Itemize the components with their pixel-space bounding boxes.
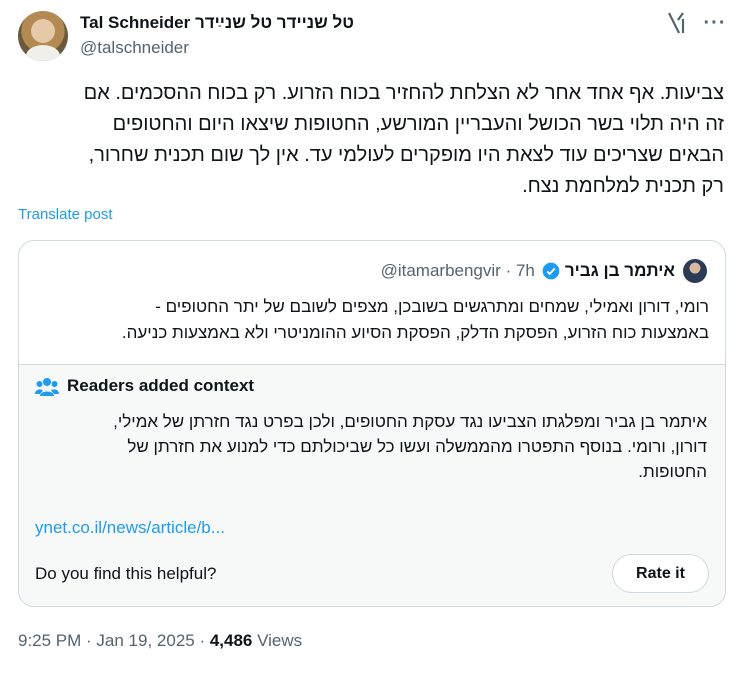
quoted-line: רומי, דורון ואמילי, שמחים ומתרגשים בשובכ… [155, 297, 709, 316]
quoted-post-text: רומי, דורון ואמילי, שמחים ומתרגשים בשובכ… [29, 294, 709, 346]
context-line: איתמר בן גביר ומפלגתו הצביעו נגד עסקת הח… [113, 412, 707, 431]
meta-separator: · [194, 631, 210, 650]
readers-context-text: איתמר בן גביר ומפלגתו הצביעו נגד עסקת הח… [37, 409, 707, 484]
post-date[interactable]: Jan 19, 2025 [96, 631, 194, 650]
quoted-line: באמצעות כוח הזרוע, הפסקת הדלק, הפסקת הסי… [121, 323, 709, 342]
rate-it-button[interactable]: Rate it [612, 554, 709, 593]
readers-context-panel: Readers added context איתמר בן גביר ומפל… [19, 364, 725, 606]
context-source-link[interactable]: ynet.co.il/news/article/b... [35, 518, 225, 538]
verified-badge-icon [542, 262, 560, 280]
views-count: 4,486 [209, 631, 253, 650]
avatar[interactable] [18, 11, 68, 61]
people-icon [35, 378, 59, 396]
post-line: צביעות. אף אחד אחר לא הצלחת להחזיר בכוח … [83, 82, 724, 104]
meta-separator: · [81, 631, 97, 650]
quoted-author-name: איתמר בן גביר [564, 261, 675, 280]
post-text: צביעות. אף אחד אחר לא הצלחת להחזיר בכוח … [18, 78, 733, 202]
post-time[interactable]: 9:25 PM [18, 631, 81, 650]
quoted-avatar [683, 259, 707, 283]
quoted-post-time: · 7h [505, 261, 535, 280]
author-name[interactable]: Tal Schneider טל שניידר טל שנײַדר [80, 13, 354, 33]
author-handle[interactable]: @talschneider [80, 38, 189, 58]
post-meta: 9:25 PM · Jan 19, 2025 · 4,486 Views [18, 631, 302, 651]
quoted-author-handle: @itamarbengvir · 7h [380, 261, 535, 280]
helpful-question: Do you find this helpful? [35, 564, 217, 583]
post-line: זה היה תלוי בשר הכושל והעבריין המורשע, ה… [112, 113, 724, 135]
post-line: רק תכנית למלחמת נצח. [522, 175, 724, 197]
translate-post-link[interactable]: Translate post [18, 206, 113, 223]
quoted-post-header: איתמר בן גביר @itamarbengvir · 7h [381, 257, 707, 285]
grok-icon[interactable] [665, 11, 689, 35]
quoted-post[interactable]: איתמר בן גביר @itamarbengvir · 7h רומי, … [18, 240, 726, 607]
more-icon[interactable]: ··· [703, 11, 727, 35]
context-line: דורון, ורומי. בנוסף התפטרו מהממשלה ועשו … [127, 437, 707, 456]
readers-context-title: Readers added context [67, 376, 255, 395]
post-line: הבאים שצריכים עוד לצאת היו מופקרים לעולמ… [88, 144, 724, 166]
views-label: Views [252, 631, 303, 650]
post-header: Tal Schneider טל שניידר טל שנײַדר @talsc… [18, 11, 733, 63]
context-line: החטופות. [638, 462, 707, 481]
